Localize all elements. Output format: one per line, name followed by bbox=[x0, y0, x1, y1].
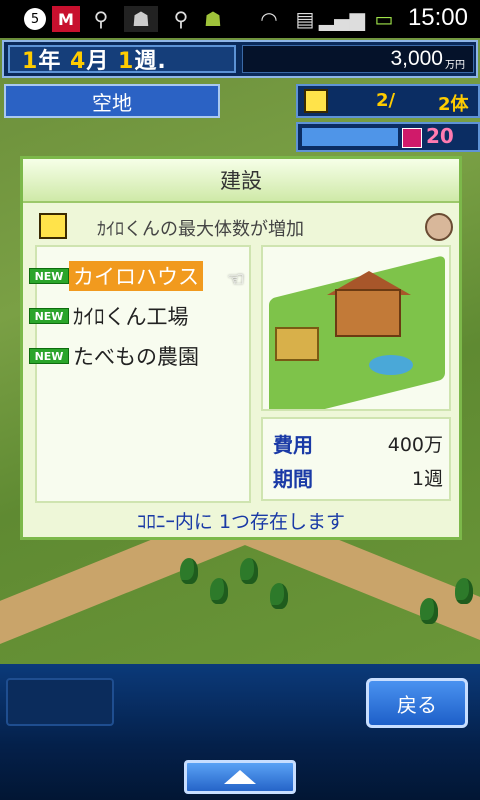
list-item-label: カイロハウス bbox=[69, 261, 203, 291]
period-label: 期間 bbox=[273, 466, 313, 491]
wifi-icon: ◠ bbox=[260, 7, 278, 31]
building-list: NEW カイロハウス ☜ NEW ｶｲﾛくん工場 NEW たべもの農園 bbox=[29, 245, 251, 503]
year-number: 1 bbox=[22, 49, 39, 74]
year-unit: 年 bbox=[38, 49, 62, 74]
period-row: 期間 1週 bbox=[273, 463, 443, 491]
bottom-bar: 戻る bbox=[0, 664, 480, 800]
list-item[interactable]: NEW ｶｲﾛくん工場 bbox=[29, 301, 193, 331]
tree bbox=[455, 578, 473, 604]
list-item-label: ｶｲﾛくん工場 bbox=[73, 305, 189, 329]
week-unit: 週. bbox=[134, 49, 167, 74]
tree bbox=[210, 578, 228, 604]
android-icon: ☗ bbox=[204, 7, 222, 31]
advisor-portrait-icon bbox=[425, 213, 453, 241]
usb-icon: ⚲ bbox=[93, 7, 109, 31]
android-debug-icon: ☗ bbox=[124, 6, 158, 32]
new-badge: NEW bbox=[29, 308, 69, 324]
preview-pond bbox=[369, 355, 413, 375]
game-date: 1年 4月 1週. bbox=[8, 45, 236, 74]
population-count: 2体 bbox=[438, 94, 469, 115]
existing-count-note: ｺﾛﾆｰ内に 1つ存在します bbox=[136, 511, 346, 533]
location-label: 空地 bbox=[4, 84, 220, 118]
list-item-label: たべもの農園 bbox=[73, 345, 199, 369]
building-description: ｶｲﾛくんの最大体数が増加 bbox=[97, 219, 304, 240]
tree bbox=[420, 598, 438, 624]
period-value: 1週 bbox=[411, 467, 443, 490]
signal-icon: ▂▄▆ bbox=[318, 7, 366, 31]
tree bbox=[180, 558, 198, 584]
pointing-hand-icon: ☜ bbox=[227, 267, 245, 291]
list-item[interactable]: NEW たべもの農園 bbox=[29, 341, 203, 371]
empty-slot bbox=[6, 678, 114, 726]
date-money-bar: 1年 4月 1週. 3,000 万円 bbox=[2, 40, 478, 78]
population-panel: 2/ 2体 bbox=[296, 84, 480, 118]
tree bbox=[270, 583, 288, 609]
up-arrow-icon bbox=[224, 770, 256, 784]
resource-meter: 20 bbox=[296, 122, 480, 152]
back-button[interactable]: 戻る bbox=[366, 678, 468, 728]
list-item[interactable]: NEW カイロハウス ☜ bbox=[29, 261, 245, 291]
money-unit: 万円 bbox=[445, 59, 465, 71]
cost-label: 費用 bbox=[273, 432, 313, 457]
meter-bar bbox=[302, 128, 398, 146]
dialog-title: 建設 bbox=[23, 159, 459, 203]
cost-row: 費用 400万 bbox=[273, 429, 443, 457]
month-unit: 月 bbox=[86, 49, 110, 74]
cost-value: 400万 bbox=[387, 433, 443, 456]
population-value: 2/ bbox=[376, 90, 396, 111]
cost-info-panel: 費用 400万 期間 1週 bbox=[261, 417, 451, 501]
month-number: 4 bbox=[70, 49, 87, 74]
week-number: 1 bbox=[118, 49, 135, 74]
expand-menu-button[interactable] bbox=[184, 760, 296, 794]
notification-count: 5 bbox=[24, 8, 46, 30]
new-badge: NEW bbox=[29, 268, 69, 284]
save-disk-icon bbox=[402, 128, 422, 148]
preview-barn bbox=[275, 327, 319, 361]
mcafee-icon: M bbox=[52, 6, 80, 32]
kairo-face-icon bbox=[304, 89, 328, 113]
preview-house bbox=[335, 289, 401, 337]
status-bar: 5 M ⚲ ☗ ⚲ ☗ ◠ ▤ ▂▄▆ ▭ 15:00 bbox=[0, 0, 480, 38]
building-preview bbox=[261, 245, 451, 411]
new-badge: NEW bbox=[29, 348, 69, 364]
meter-value: 20 bbox=[426, 124, 454, 148]
notification-count-icon: 5 bbox=[22, 6, 48, 32]
description-row: ｶｲﾛくんの最大体数が増加 bbox=[39, 213, 453, 243]
money-value: 3,000 bbox=[390, 47, 443, 70]
clock: 15:00 bbox=[407, 4, 468, 31]
battery-charging-icon: ▭ bbox=[374, 7, 394, 31]
usb-icon: ⚲ bbox=[173, 7, 189, 31]
kairo-face-icon bbox=[39, 213, 67, 239]
sd-card-icon: ▤ bbox=[295, 7, 315, 31]
build-dialog: 建設 ｶｲﾛくんの最大体数が増加 NEW カイロハウス ☜ NEW ｶｲﾛくん工… bbox=[20, 156, 462, 540]
money-display: 3,000 万円 bbox=[242, 45, 474, 73]
tree bbox=[240, 558, 258, 584]
